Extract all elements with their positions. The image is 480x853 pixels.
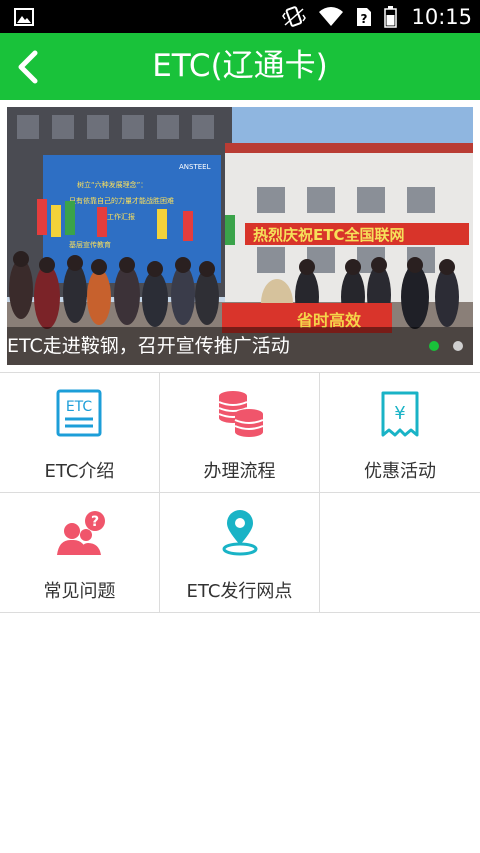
- grid-item-label: ETC发行网点: [186, 581, 293, 602]
- red-banner-text: 热烈庆祝ETC全国联网: [253, 226, 405, 244]
- carousel-dot-2[interactable]: [453, 341, 463, 351]
- etc-card-icon: ETC: [56, 389, 102, 437]
- grid-item-label: 办理流程: [203, 461, 276, 482]
- grid-item-process[interactable]: 办理流程: [160, 373, 320, 493]
- battery-icon: [384, 5, 398, 28]
- vibrate-icon: [282, 5, 307, 27]
- banner-slide[interactable]: ANSTEEL 树立“六种发展理念”： 只有依靠自己的力量才能战胜困难 工作汇报…: [7, 107, 473, 365]
- location-pin-icon: [222, 510, 258, 556]
- status-bar: ? 10:15: [0, 0, 480, 33]
- carousel-dot-1[interactable]: [429, 341, 439, 351]
- receipt-yen-icon: ¥: [381, 391, 419, 437]
- carousel-indicator: [429, 341, 463, 351]
- grid-item-label: 优惠活动: [364, 461, 436, 482]
- grid-item-label: ETC介绍: [44, 461, 115, 482]
- board-line-4: 基层宣传教育: [69, 240, 111, 249]
- svg-text:?: ?: [361, 12, 368, 26]
- board-line-1: 树立“六种发展理念”：: [77, 180, 147, 189]
- title-bar: ETC(辽通卡): [0, 33, 480, 100]
- svg-text:ETC: ETC: [66, 399, 93, 415]
- grid-item-etc-intro[interactable]: ETC ETC介绍: [0, 373, 160, 493]
- board-line-2: 只有依靠自己的力量才能战胜困难: [69, 196, 174, 205]
- page-title: ETC(辽通卡): [152, 48, 328, 84]
- banner-caption: ETC走进鞍钢，召开宣传推广活动: [7, 335, 290, 357]
- grid-item-promotions[interactable]: ¥ 优惠活动: [320, 373, 480, 493]
- board-brand: ANSTEEL: [179, 163, 211, 171]
- grid-item-faq[interactable]: ? 常见问题: [0, 493, 160, 613]
- image-icon: [14, 8, 34, 26]
- board-line-3: 工作汇报: [107, 212, 135, 221]
- grid-item-label: 常见问题: [43, 581, 116, 602]
- people-question-icon: ?: [57, 511, 105, 555]
- svg-text:?: ?: [91, 514, 99, 530]
- wifi-icon: [319, 6, 344, 26]
- grid-item-outlets[interactable]: ETC发行网点: [160, 493, 320, 613]
- feature-grid: ETC ETC介绍 办理流程 ¥ 优惠活动 ? 常见问题 ETC发行网点: [0, 372, 480, 613]
- coin-stack-icon: [218, 391, 264, 437]
- clock: 10:15: [411, 4, 472, 29]
- caption-bar: ETC走进鞍钢，召开宣传推广活动: [7, 327, 473, 365]
- banner-carousel[interactable]: ANSTEEL 树立“六种发展理念”： 只有依靠自己的力量才能战胜困难 工作汇报…: [0, 100, 480, 370]
- svg-text:¥: ¥: [394, 403, 405, 424]
- grid-empty-cell: [320, 493, 480, 613]
- no-sim-icon: ?: [357, 7, 372, 26]
